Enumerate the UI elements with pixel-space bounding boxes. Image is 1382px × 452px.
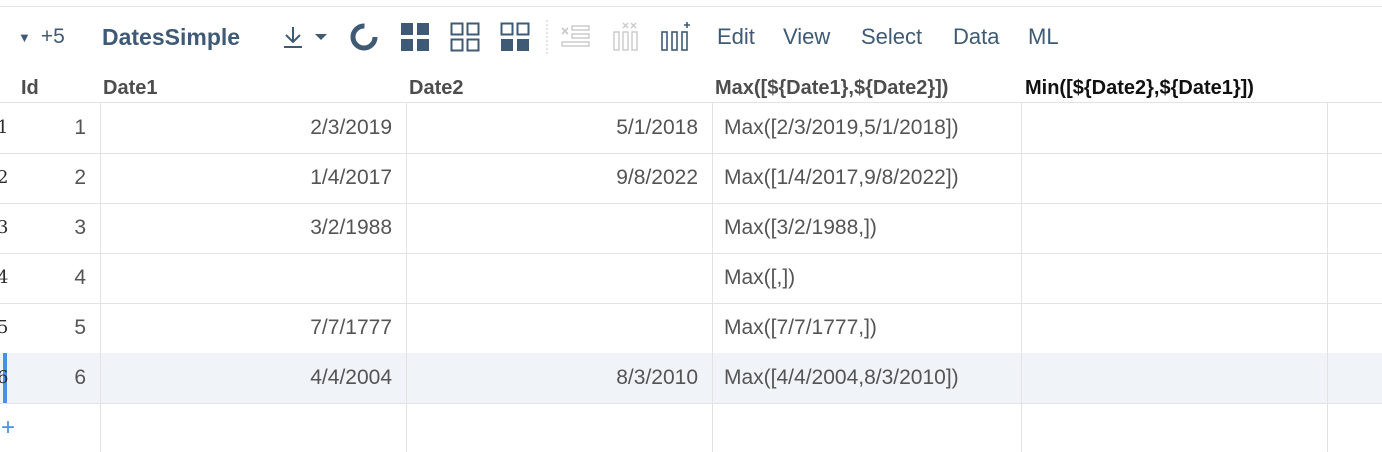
refresh-icon bbox=[348, 21, 380, 53]
menu-ml[interactable]: ML bbox=[1028, 14, 1059, 60]
row-number[interactable]: 3 bbox=[0, 203, 11, 253]
toolbar: ▼ +5 DatesSimple Edit View Select Data M… bbox=[0, 14, 1382, 60]
delete-rows-button[interactable] bbox=[560, 14, 592, 60]
table-row[interactable]: 1 1 2/3/2019 5/1/2018 Max([2/3/2019,5/1/2018… bbox=[0, 103, 1382, 153]
column-header-date1[interactable]: Date1 bbox=[103, 72, 157, 102]
triangle-down-icon: ▼ bbox=[18, 29, 31, 45]
cell-date2[interactable] bbox=[406, 253, 698, 303]
column-header-min[interactable]: Min([${Date2},${Date1}]) bbox=[1025, 72, 1254, 102]
cell-max[interactable]: Max([,]) bbox=[724, 253, 1014, 303]
cell-date2[interactable] bbox=[406, 203, 698, 253]
cell-min[interactable] bbox=[1033, 303, 1323, 353]
refresh-button[interactable] bbox=[348, 14, 380, 60]
table-name[interactable]: DatesSimple bbox=[102, 14, 240, 60]
data-grid: Id Date1 Date2 Max([${Date1},${Date2}]) … bbox=[0, 72, 1382, 452]
delete-columns-button[interactable] bbox=[610, 14, 642, 60]
cell-date2[interactable]: 8/3/2010 bbox=[406, 353, 698, 403]
download-button[interactable] bbox=[280, 14, 328, 60]
toolbar-separator bbox=[546, 14, 548, 60]
cell-min[interactable] bbox=[1033, 103, 1323, 153]
cell-min[interactable] bbox=[1033, 203, 1323, 253]
column-header-date2[interactable]: Date2 bbox=[409, 72, 463, 102]
cell-id[interactable]: 1 bbox=[20, 103, 86, 153]
column-header-id[interactable]: Id bbox=[21, 72, 39, 102]
cell-date1[interactable] bbox=[100, 253, 392, 303]
cell-date1[interactable]: 1/4/2017 bbox=[100, 153, 392, 203]
collapse-toggle[interactable]: ▼ +5 bbox=[18, 14, 65, 60]
table-row[interactable]: 2 2 1/4/2017 9/8/2022 Max([1/4/2017,9/8/2022… bbox=[0, 153, 1382, 203]
cell-max[interactable]: Max([3/2/1988,]) bbox=[724, 203, 1014, 253]
hidden-count: +5 bbox=[40, 25, 65, 48]
add-row-button[interactable]: + bbox=[1, 416, 15, 440]
column-divider bbox=[406, 102, 407, 452]
cell-max[interactable]: Max([7/7/1777,]) bbox=[724, 303, 1014, 353]
row-number[interactable]: 1 bbox=[0, 103, 11, 153]
cell-max[interactable]: Max([2/3/2019,5/1/2018]) bbox=[724, 103, 1014, 153]
cell-id[interactable]: 2 bbox=[20, 153, 86, 203]
table-row[interactable]: 6 6 4/4/2004 8/3/2010 Max([4/4/2004,8/3/2010… bbox=[0, 353, 1382, 403]
column-divider bbox=[1021, 102, 1022, 452]
grid-outline-icon bbox=[450, 22, 480, 52]
top-divider bbox=[0, 6, 1382, 7]
column-divider bbox=[712, 102, 713, 452]
row-number[interactable]: 2 bbox=[0, 153, 11, 203]
row-number[interactable]: 5 bbox=[0, 303, 11, 353]
table-row[interactable]: 5 5 7/7/1777 Max([7/7/1777,]) bbox=[0, 303, 1382, 353]
menu-edit[interactable]: Edit bbox=[717, 14, 755, 60]
cell-id[interactable]: 3 bbox=[20, 203, 86, 253]
cell-max[interactable]: Max([1/4/2017,9/8/2022]) bbox=[724, 153, 1014, 203]
cell-id[interactable]: 5 bbox=[20, 303, 86, 353]
column-header-max[interactable]: Max([${Date1},${Date2}]) bbox=[715, 72, 948, 102]
table-row[interactable]: 4 4 Max([,]) bbox=[0, 253, 1382, 303]
grid-mixed-icon bbox=[500, 22, 530, 52]
chevron-down-icon bbox=[314, 32, 328, 42]
cell-date1[interactable]: 4/4/2004 bbox=[100, 353, 392, 403]
menu-data[interactable]: Data bbox=[953, 14, 999, 60]
cell-date2[interactable]: 9/8/2022 bbox=[406, 153, 698, 203]
cell-date2[interactable] bbox=[406, 303, 698, 353]
grid-layout-icon bbox=[400, 22, 430, 52]
column-divider bbox=[1327, 102, 1328, 452]
menu-view[interactable]: View bbox=[783, 14, 830, 60]
column-divider bbox=[100, 102, 101, 452]
cell-date1[interactable]: 2/3/2019 bbox=[100, 103, 392, 153]
cell-max[interactable]: Max([4/4/2004,8/3/2010]) bbox=[724, 353, 1014, 403]
add-column-icon bbox=[660, 21, 692, 53]
delete-columns-icon bbox=[610, 21, 642, 53]
cell-min[interactable] bbox=[1033, 353, 1323, 403]
add-column-button[interactable] bbox=[660, 14, 692, 60]
layout-button-2[interactable] bbox=[450, 14, 480, 60]
table-row[interactable]: 3 3 3/2/1988 Max([3/2/1988,]) bbox=[0, 203, 1382, 253]
row-number[interactable]: 4 bbox=[0, 253, 11, 303]
cell-date1[interactable]: 7/7/1777 bbox=[100, 303, 392, 353]
cell-id[interactable]: 4 bbox=[20, 253, 86, 303]
download-icon bbox=[280, 24, 306, 50]
cell-date1[interactable]: 3/2/1988 bbox=[100, 203, 392, 253]
row-divider bbox=[0, 403, 1382, 404]
menu-select[interactable]: Select bbox=[861, 14, 922, 60]
layout-button-1[interactable] bbox=[400, 14, 430, 60]
cell-min[interactable] bbox=[1033, 153, 1323, 203]
cell-id[interactable]: 6 bbox=[20, 353, 86, 403]
delete-rows-icon bbox=[560, 22, 592, 52]
cell-min[interactable] bbox=[1033, 253, 1323, 303]
row-number[interactable]: 6 bbox=[0, 353, 11, 403]
layout-button-3[interactable] bbox=[500, 14, 530, 60]
cell-date2[interactable]: 5/1/2018 bbox=[406, 103, 698, 153]
